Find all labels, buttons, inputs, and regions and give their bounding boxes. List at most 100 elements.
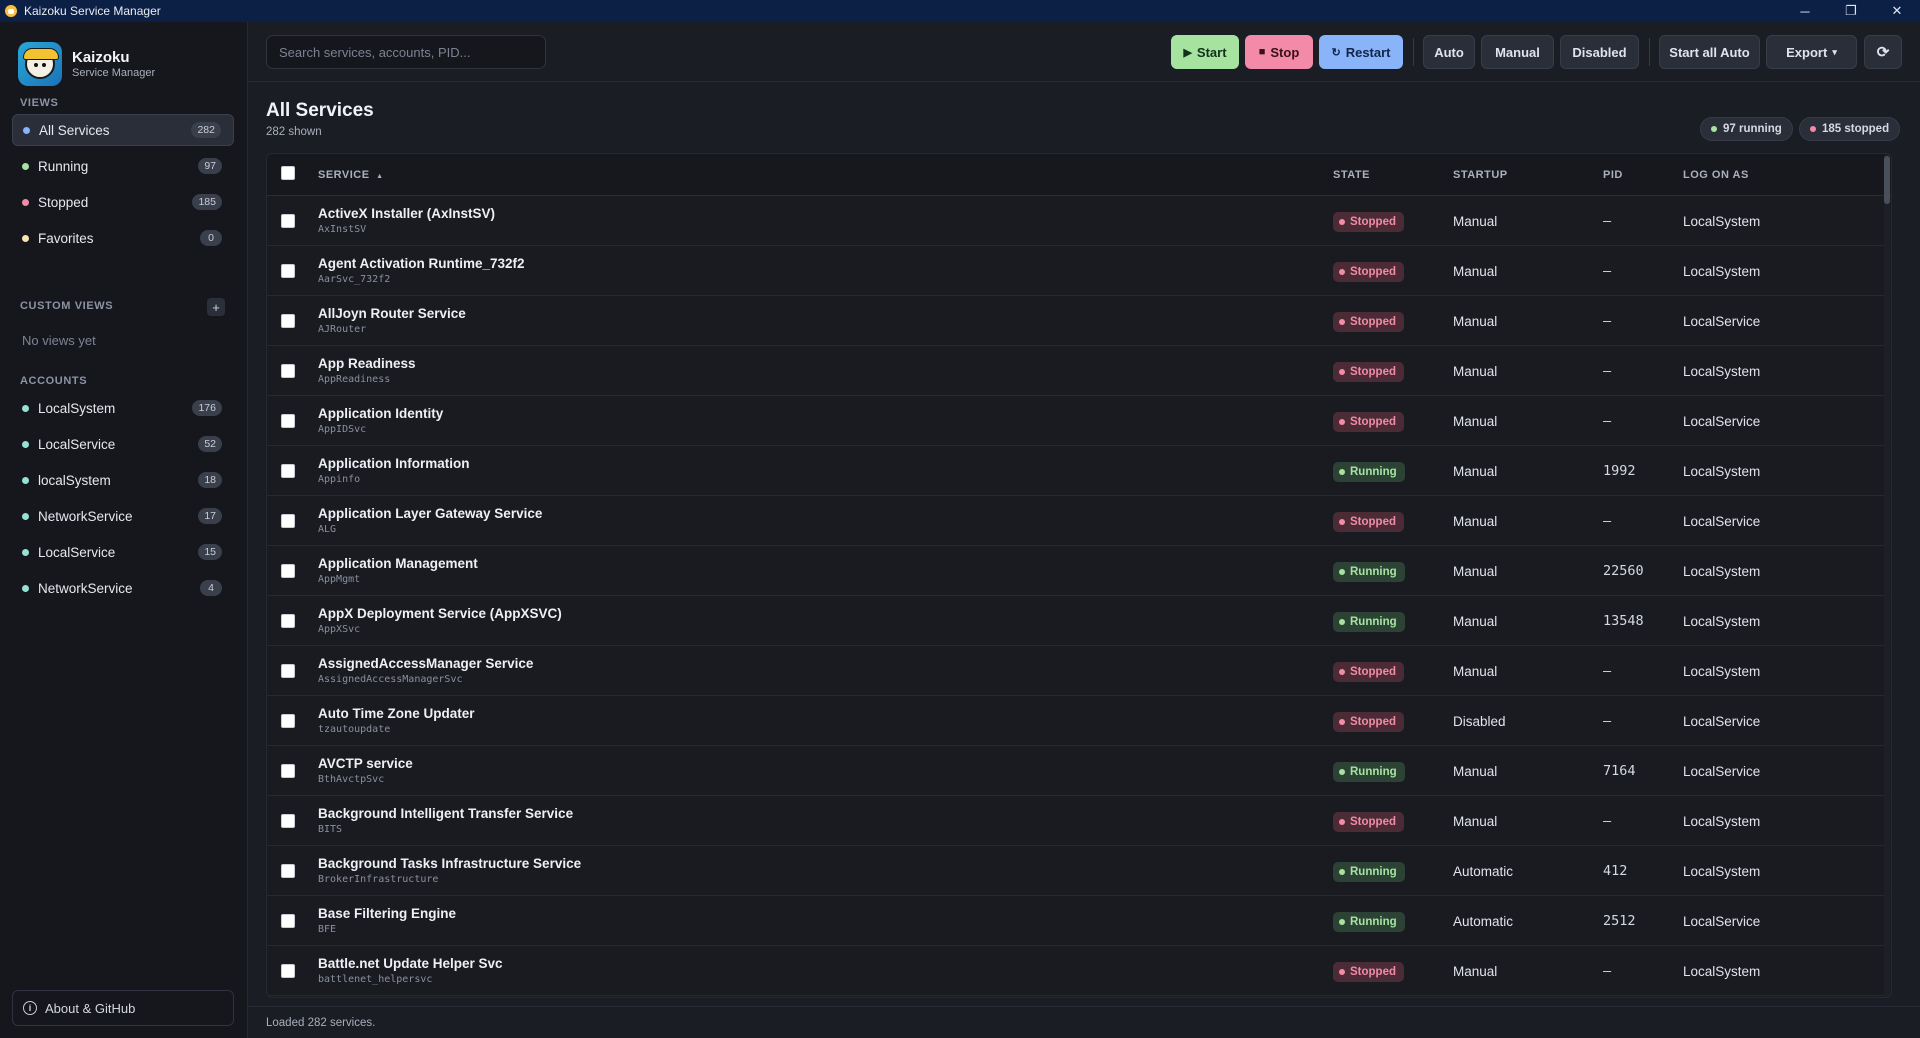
status-text: Stopped xyxy=(1350,816,1396,828)
status-text: Stopped xyxy=(1350,266,1396,278)
row-checkbox[interactable] xyxy=(281,914,295,928)
sidebar-item-account[interactable]: NetworkService 4 xyxy=(12,572,234,604)
logon-account: LocalSystem xyxy=(1683,814,1761,829)
status-dot-icon xyxy=(22,584,29,592)
window-title: Kaizoku Service Manager xyxy=(24,4,161,18)
pid-value: – xyxy=(1603,213,1612,229)
table-row[interactable]: Auto Time Zone Updater tzautoupdate Stop… xyxy=(267,696,1891,746)
toolbar: ▶ Start ■ Stop ↻ Restart Auto Manual Dis… xyxy=(248,22,1920,82)
set-disabled-button[interactable]: Disabled xyxy=(1560,35,1639,69)
start-button[interactable]: ▶ Start xyxy=(1171,35,1239,69)
about-github-button[interactable]: i About & GitHub xyxy=(12,990,234,1026)
column-header-state[interactable]: STATE xyxy=(1333,169,1370,181)
table-row[interactable]: AssignedAccessManager Service AssignedAc… xyxy=(267,646,1891,696)
start-all-auto-button[interactable]: Start all Auto xyxy=(1659,35,1760,69)
table-row[interactable]: ActiveX Installer (AxInstSV) AxInstSV St… xyxy=(267,196,1891,246)
export-button[interactable]: Export ▾ xyxy=(1766,35,1857,69)
table-row[interactable]: Agent Activation Runtime_732f2 AarSvc_73… xyxy=(267,246,1891,296)
status-bar: Loaded 282 services. xyxy=(248,1006,1920,1038)
table-row[interactable]: Base Filtering Engine BFE Running Automa… xyxy=(267,896,1891,946)
table-row[interactable]: Application Management AppMgmt Running M… xyxy=(267,546,1891,596)
refresh-icon: ⟳ xyxy=(1876,44,1890,61)
row-checkbox[interactable] xyxy=(281,564,295,578)
pid-value: 412 xyxy=(1603,863,1628,879)
logon-account: LocalSystem xyxy=(1683,964,1761,979)
sidebar-item-account[interactable]: localSystem 18 xyxy=(12,464,234,496)
add-custom-view-button[interactable]: + xyxy=(207,298,225,316)
table-row[interactable]: Application Identity AppIDSvc Stopped Ma… xyxy=(267,396,1891,446)
row-checkbox[interactable] xyxy=(281,264,295,278)
stop-button[interactable]: ■ Stop xyxy=(1245,35,1313,69)
column-header-pid[interactable]: PID xyxy=(1603,169,1623,181)
sidebar-item-account[interactable]: LocalService 15 xyxy=(12,536,234,568)
table-row[interactable]: Application Layer Gateway Service ALG St… xyxy=(267,496,1891,546)
status-badge: Stopped xyxy=(1333,712,1404,732)
sidebar-item-account[interactable]: LocalService 52 xyxy=(12,428,234,460)
service-key: AppIDSvc xyxy=(318,424,367,435)
table-row[interactable]: AllJoyn Router Service AJRouter Stopped … xyxy=(267,296,1891,346)
column-header-service[interactable]: SERVICE ▲ xyxy=(318,169,384,181)
row-checkbox[interactable] xyxy=(281,464,295,478)
row-checkbox[interactable] xyxy=(281,714,295,728)
count-badge: 282 xyxy=(191,122,221,138)
set-auto-button[interactable]: Auto xyxy=(1423,35,1475,69)
stop-label: Stop xyxy=(1270,44,1300,60)
row-checkbox[interactable] xyxy=(281,414,295,428)
table-row[interactable]: Application Information Appinfo Running … xyxy=(267,446,1891,496)
row-checkbox[interactable] xyxy=(281,364,295,378)
set-manual-button[interactable]: Manual xyxy=(1481,35,1554,69)
sidebar-item-account[interactable]: LocalSystem 176 xyxy=(12,392,234,424)
table-row[interactable]: Battle.net Update Helper Svc battlenet_h… xyxy=(267,946,1891,996)
status-text: Stopped xyxy=(1350,666,1396,678)
pid-value: 2512 xyxy=(1603,913,1636,929)
logon-account: LocalSystem xyxy=(1683,364,1761,379)
table-row[interactable]: Background Intelligent Transfer Service … xyxy=(267,796,1891,846)
service-display-name: AssignedAccessManager Service xyxy=(318,656,534,671)
table-row[interactable]: Background Tasks Infrastructure Service … xyxy=(267,846,1891,896)
row-checkbox[interactable] xyxy=(281,964,295,978)
sidebar-item-all-services[interactable]: All Services 282 xyxy=(12,114,234,146)
refresh-button[interactable]: ⟳ xyxy=(1864,35,1902,69)
restart-button[interactable]: ↻ Restart xyxy=(1319,35,1403,69)
startup-type: Disabled xyxy=(1453,714,1506,729)
logon-account: LocalSystem xyxy=(1683,214,1761,229)
sidebar-item-stopped[interactable]: Stopped 185 xyxy=(12,186,234,218)
column-header-logon[interactable]: LOG ON AS xyxy=(1683,169,1749,181)
logon-account: LocalService xyxy=(1683,714,1761,729)
pid-value: – xyxy=(1603,713,1612,729)
row-checkbox[interactable] xyxy=(281,514,295,528)
status-dot-icon xyxy=(22,476,29,484)
pid-value: – xyxy=(1603,513,1612,529)
service-key: ALG xyxy=(318,524,337,535)
sidebar-item-label: localSystem xyxy=(38,472,111,488)
status-badge: Running xyxy=(1333,562,1405,582)
table-row[interactable]: App Readiness AppReadiness Stopped Manua… xyxy=(267,346,1891,396)
close-icon[interactable]: ✕ xyxy=(1874,0,1920,22)
table-row[interactable]: AVCTP service BthAvctpSvc Running Manual… xyxy=(267,746,1891,796)
status-text: Stopped xyxy=(1350,366,1396,378)
row-checkbox[interactable] xyxy=(281,864,295,878)
startup-type: Manual xyxy=(1453,564,1498,579)
sidebar-item-running[interactable]: Running 97 xyxy=(12,150,234,182)
row-checkbox[interactable] xyxy=(281,314,295,328)
logon-account: LocalSystem xyxy=(1683,464,1761,479)
sidebar-item-label: NetworkService xyxy=(38,508,133,524)
table-row[interactable]: AppX Deployment Service (AppXSVC) AppXSv… xyxy=(267,596,1891,646)
sidebar-item-account[interactable]: NetworkService 17 xyxy=(12,500,234,532)
scrollbar-thumb[interactable] xyxy=(1884,156,1890,204)
column-header-startup[interactable]: STARTUP xyxy=(1453,169,1508,181)
search-input[interactable] xyxy=(266,35,546,69)
row-checkbox[interactable] xyxy=(281,814,295,828)
vertical-scrollbar[interactable] xyxy=(1884,154,1890,997)
service-display-name: Application Management xyxy=(318,556,478,571)
row-checkbox[interactable] xyxy=(281,214,295,228)
minimize-icon[interactable]: ─ xyxy=(1782,0,1828,22)
select-all-checkbox[interactable] xyxy=(281,166,295,180)
maximize-icon[interactable]: ❐ xyxy=(1828,0,1874,22)
restart-icon: ↻ xyxy=(1331,46,1341,59)
sidebar-item-favorites[interactable]: Favorites 0 xyxy=(12,222,234,254)
service-display-name: Application Information xyxy=(318,456,470,471)
row-checkbox[interactable] xyxy=(281,764,295,778)
row-checkbox[interactable] xyxy=(281,614,295,628)
row-checkbox[interactable] xyxy=(281,664,295,678)
